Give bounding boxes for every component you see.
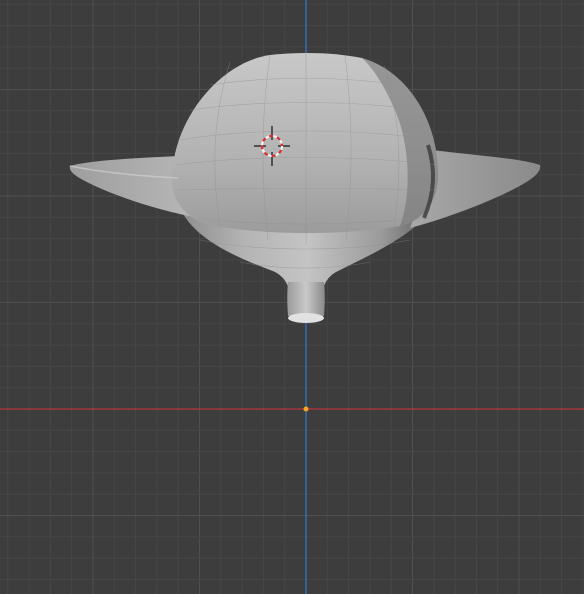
3d-viewport[interactable] <box>0 0 584 594</box>
mesh-object[interactable] <box>69 52 541 323</box>
viewport-canvas[interactable] <box>0 0 584 594</box>
mesh-spout[interactable] <box>287 282 325 316</box>
world-origin-dot <box>303 406 309 412</box>
mesh-spout-opening <box>288 313 324 323</box>
